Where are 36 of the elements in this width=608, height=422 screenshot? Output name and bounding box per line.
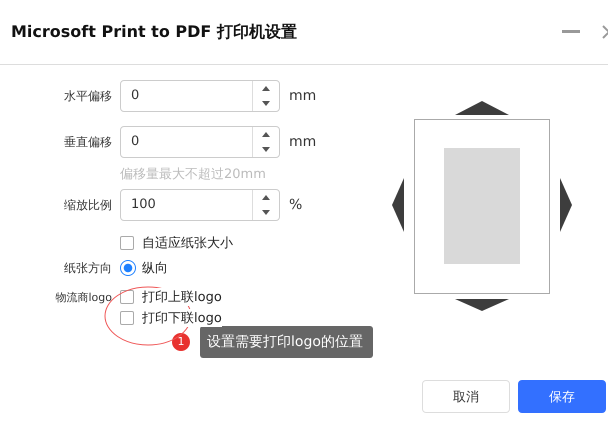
checkbox-label: 打印上联logo bbox=[142, 288, 222, 306]
field-label: 物流商logo bbox=[54, 290, 112, 305]
up-arrow-icon[interactable] bbox=[455, 101, 509, 115]
checkbox[interactable] bbox=[120, 236, 134, 250]
unit-label: mm bbox=[289, 88, 316, 104]
save-button[interactable]: 保存 bbox=[518, 380, 606, 413]
field-label: 垂直偏移 bbox=[63, 134, 112, 150]
cancel-button[interactable]: 取消 bbox=[422, 380, 510, 413]
field-label: 缩放比例 bbox=[63, 196, 112, 214]
up-arrow-icon[interactable] bbox=[262, 86, 270, 91]
hint-text: 偏移量最大不超过20mm bbox=[120, 166, 266, 183]
number-input[interactable]: 0 bbox=[120, 126, 280, 158]
radio-button[interactable] bbox=[120, 260, 136, 276]
down-arrow-icon[interactable] bbox=[262, 101, 270, 106]
window-title: Microsoft Print to PDF 打印机设置 bbox=[11, 22, 298, 42]
checkbox-label: 自适应纸张大小 bbox=[142, 235, 233, 252]
checkbox[interactable] bbox=[120, 290, 134, 304]
right-arrow-icon[interactable] bbox=[560, 178, 572, 232]
down-arrow-icon[interactable] bbox=[262, 147, 270, 152]
number-input[interactable]: 100 bbox=[120, 189, 280, 221]
step-badge: 1 bbox=[172, 333, 190, 351]
unit-label: mm bbox=[289, 134, 316, 150]
field-label: 纸张方向 bbox=[63, 260, 112, 276]
checkbox[interactable] bbox=[120, 311, 134, 325]
minimize-icon[interactable] bbox=[562, 30, 580, 34]
checkbox-label: 打印下联logo bbox=[142, 309, 222, 327]
up-arrow-icon[interactable] bbox=[262, 195, 270, 200]
up-arrow-icon[interactable] bbox=[262, 132, 270, 137]
down-arrow-icon[interactable] bbox=[455, 299, 509, 311]
tooltip: 设置需要打印logo的位置 bbox=[200, 326, 373, 358]
field-label: 水平偏移 bbox=[63, 88, 112, 104]
left-arrow-icon[interactable] bbox=[392, 178, 404, 232]
down-arrow-icon[interactable] bbox=[262, 210, 270, 215]
number-input[interactable]: 0 bbox=[120, 80, 280, 112]
radio-label: 纵向 bbox=[142, 260, 168, 277]
unit-label: % bbox=[289, 197, 302, 213]
